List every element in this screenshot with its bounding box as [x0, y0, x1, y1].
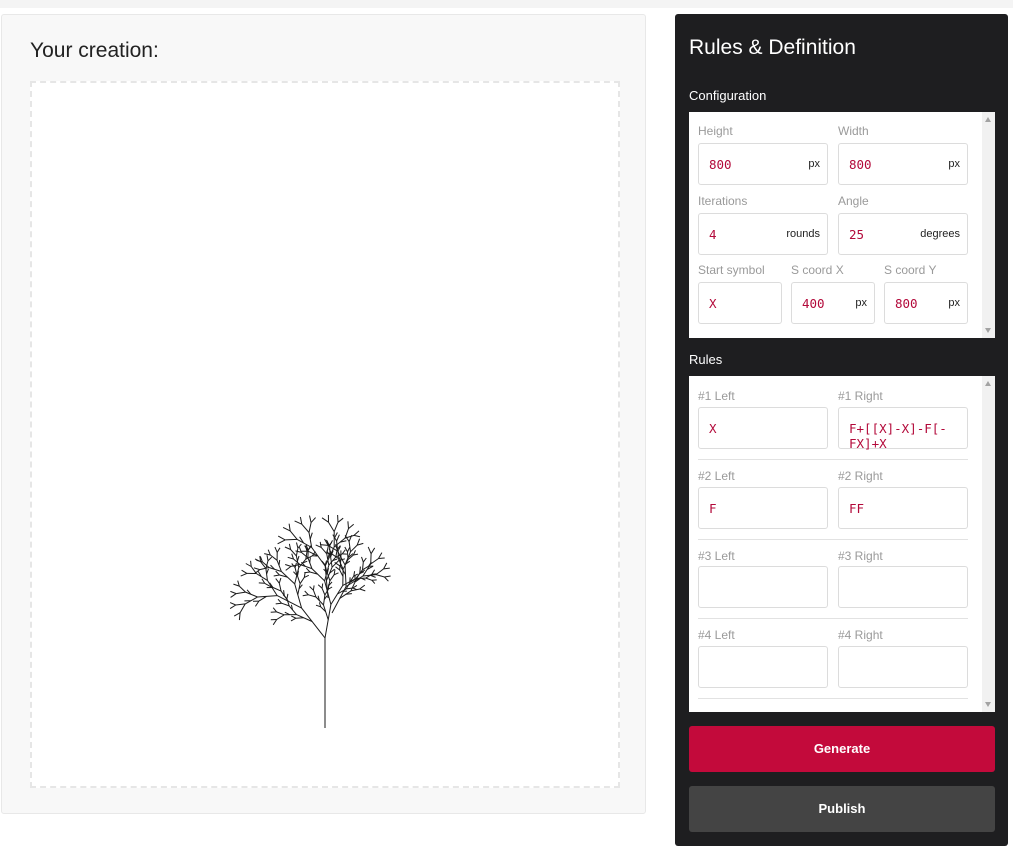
iterations-unit: rounds: [786, 228, 820, 240]
angle-label: Angle: [838, 194, 869, 208]
creation-title: Your creation:: [30, 39, 159, 62]
angle-value: 25: [849, 227, 865, 242]
rule-2-right-label: #2 Right: [838, 469, 883, 483]
rules-panel: Rules & Definition Configuration Height …: [675, 14, 1008, 846]
config-scrollbar[interactable]: [982, 112, 995, 338]
s-coord-y-value: 800: [895, 296, 918, 311]
rule-divider: [698, 618, 968, 619]
rule-divider: [698, 459, 968, 460]
top-bar: [0, 0, 1013, 8]
width-label: Width: [838, 124, 869, 138]
l-system-tree: [229, 514, 391, 728]
rule-2-left-value: F: [709, 501, 717, 516]
creation-panel: Your creation:: [1, 14, 646, 814]
s-coord-x-unit: px: [855, 297, 867, 309]
scroll-down-arrow-icon[interactable]: [985, 328, 991, 333]
rule-1-right-value: F+[[X]-X]-F[-FX]+X: [849, 421, 947, 451]
rule-3-right-label: #3 Right: [838, 549, 883, 563]
height-label: Height: [698, 124, 733, 138]
scroll-up-arrow-icon[interactable]: [985, 381, 991, 386]
rule-3-left-input[interactable]: [698, 566, 828, 608]
rule-3-left-label: #3 Left: [698, 549, 735, 563]
s-coord-y-input[interactable]: 800 px: [884, 282, 968, 324]
rule-4-right-input[interactable]: [838, 646, 968, 688]
height-unit: px: [808, 158, 820, 170]
height-input[interactable]: 800 px: [698, 143, 828, 185]
rule-4-left-input[interactable]: [698, 646, 828, 688]
s-coord-x-value: 400: [802, 296, 825, 311]
drawing-canvas[interactable]: [30, 81, 620, 788]
start-symbol-label: Start symbol: [698, 263, 765, 277]
start-symbol-input[interactable]: X: [698, 282, 782, 324]
configuration-label: Configuration: [689, 88, 767, 103]
configuration-box: Height 800 px Width 800 px Iterations 4 …: [689, 112, 995, 338]
angle-unit: degrees: [920, 228, 960, 240]
s-coord-y-unit: px: [948, 297, 960, 309]
angle-input[interactable]: 25 degrees: [838, 213, 968, 255]
publish-button[interactable]: Publish: [689, 786, 995, 832]
rule-2-left-label: #2 Left: [698, 469, 735, 483]
iterations-label: Iterations: [698, 194, 748, 208]
rules-box: #1 Left X #1 Right F+[[X]-X]-F[-FX]+X #2…: [689, 376, 995, 712]
rule-1-right-label: #1 Right: [838, 389, 883, 403]
rule-divider: [698, 539, 968, 540]
iterations-value: 4: [709, 227, 717, 242]
rule-2-left-input[interactable]: F: [698, 487, 828, 529]
width-value: 800: [849, 157, 872, 172]
generate-button[interactable]: Generate: [689, 726, 995, 772]
width-unit: px: [948, 158, 960, 170]
rule-4-left-label: #4 Left: [698, 628, 735, 642]
width-input[interactable]: 800 px: [838, 143, 968, 185]
rule-1-left-input[interactable]: X: [698, 407, 828, 449]
rule-1-left-label: #1 Left: [698, 389, 735, 403]
rule-1-left-value: X: [709, 421, 717, 436]
rules-scrollbar[interactable]: [982, 376, 995, 712]
rule-4-right-label: #4 Right: [838, 628, 883, 642]
rule-2-right-input[interactable]: FF: [838, 487, 968, 529]
panel-heading: Rules & Definition: [689, 36, 856, 59]
s-coord-x-input[interactable]: 400 px: [791, 282, 875, 324]
rule-1-right-input[interactable]: F+[[X]-X]-F[-FX]+X: [838, 407, 968, 451]
rule-3-right-input[interactable]: [838, 566, 968, 608]
iterations-input[interactable]: 4 rounds: [698, 213, 828, 255]
rule-divider: [698, 698, 968, 699]
height-value: 800: [709, 157, 732, 172]
rule-2-right-value: FF: [849, 501, 865, 516]
scroll-up-arrow-icon[interactable]: [985, 117, 991, 122]
s-coord-y-label: S coord Y: [884, 263, 937, 277]
rules-label: Rules: [689, 352, 723, 367]
s-coord-x-label: S coord X: [791, 263, 844, 277]
start-symbol-value: X: [709, 296, 717, 311]
scroll-down-arrow-icon[interactable]: [985, 702, 991, 707]
